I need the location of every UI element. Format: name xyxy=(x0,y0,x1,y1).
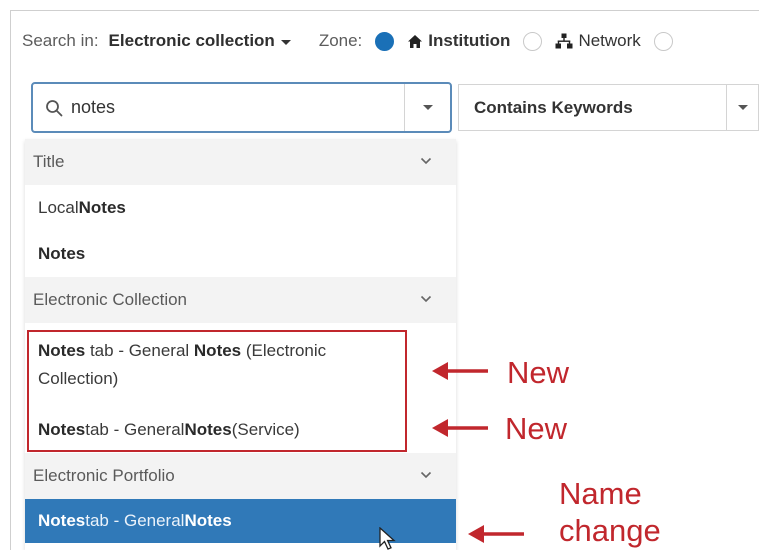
search-field xyxy=(33,84,404,131)
chevron-down-icon xyxy=(420,295,432,303)
arrow-left-icon xyxy=(432,362,488,380)
zone-label: Zone: xyxy=(318,31,363,50)
search-box xyxy=(31,82,452,133)
annotation-name-change-line1: Name xyxy=(559,476,642,511)
chevron-down-icon xyxy=(420,471,432,479)
group-header-label: Electronic Collection xyxy=(33,290,188,309)
operator-value: Contains Keywords xyxy=(474,97,633,117)
search-scope-bar: Search in: Electronic collection Zone: I… xyxy=(22,27,673,55)
search-field-dropdown-button[interactable] xyxy=(404,84,450,131)
zone-network-option[interactable]: Network xyxy=(555,31,641,51)
arrow-left-icon xyxy=(468,525,524,543)
group-header-electronic-collection[interactable]: Electronic Collection xyxy=(25,277,456,323)
annotation-new-2: New xyxy=(505,411,568,446)
chevron-down-icon xyxy=(420,157,432,165)
chevron-down-icon xyxy=(280,39,291,45)
item-match-text: Notes xyxy=(78,198,126,217)
zone-institution-radio[interactable] xyxy=(375,31,395,51)
item-match-text: Notes xyxy=(184,511,232,530)
list-item[interactable]: Local Notes xyxy=(25,185,456,231)
group-header-label: Title xyxy=(33,152,65,171)
search-input[interactable] xyxy=(71,97,371,118)
zone-network-label: Network xyxy=(578,31,641,50)
item-text: tab - General xyxy=(85,511,185,530)
search-scope-value: Electronic collection xyxy=(108,31,275,50)
item-match-text: Notes xyxy=(38,511,86,530)
zone-network-radio[interactable] xyxy=(523,31,543,51)
group-header-label: Electronic Portfolio xyxy=(33,466,175,485)
search-scope-dropdown[interactable]: Electronic collection xyxy=(109,31,291,51)
item-text: Local xyxy=(38,198,79,217)
group-header-title[interactable]: Title xyxy=(25,139,456,185)
zone-institution-label: Institution xyxy=(428,31,511,50)
zone-institution-option[interactable]: Institution xyxy=(407,31,510,51)
search-icon xyxy=(46,99,63,116)
new-items-highlight xyxy=(27,330,407,452)
chevron-down-icon xyxy=(422,105,433,110)
list-item[interactable]: Notes xyxy=(25,231,456,277)
search-in-label: Search in: xyxy=(22,31,99,50)
arrow-left-icon xyxy=(432,419,488,437)
annotation-new-1: New xyxy=(507,355,570,390)
group-header-electronic-portfolio[interactable]: Electronic Portfolio xyxy=(25,453,456,499)
chevron-down-icon xyxy=(737,105,748,110)
operator-dropdown-button[interactable] xyxy=(726,85,758,130)
network-icon xyxy=(555,33,573,49)
mouse-cursor-icon xyxy=(379,527,396,550)
zone-third-radio[interactable] xyxy=(653,31,673,51)
home-icon xyxy=(408,34,423,48)
operator-select[interactable]: Contains Keywords xyxy=(458,84,759,131)
annotation-name-change-line2: change xyxy=(559,513,661,548)
item-match-text: Notes xyxy=(38,244,86,263)
